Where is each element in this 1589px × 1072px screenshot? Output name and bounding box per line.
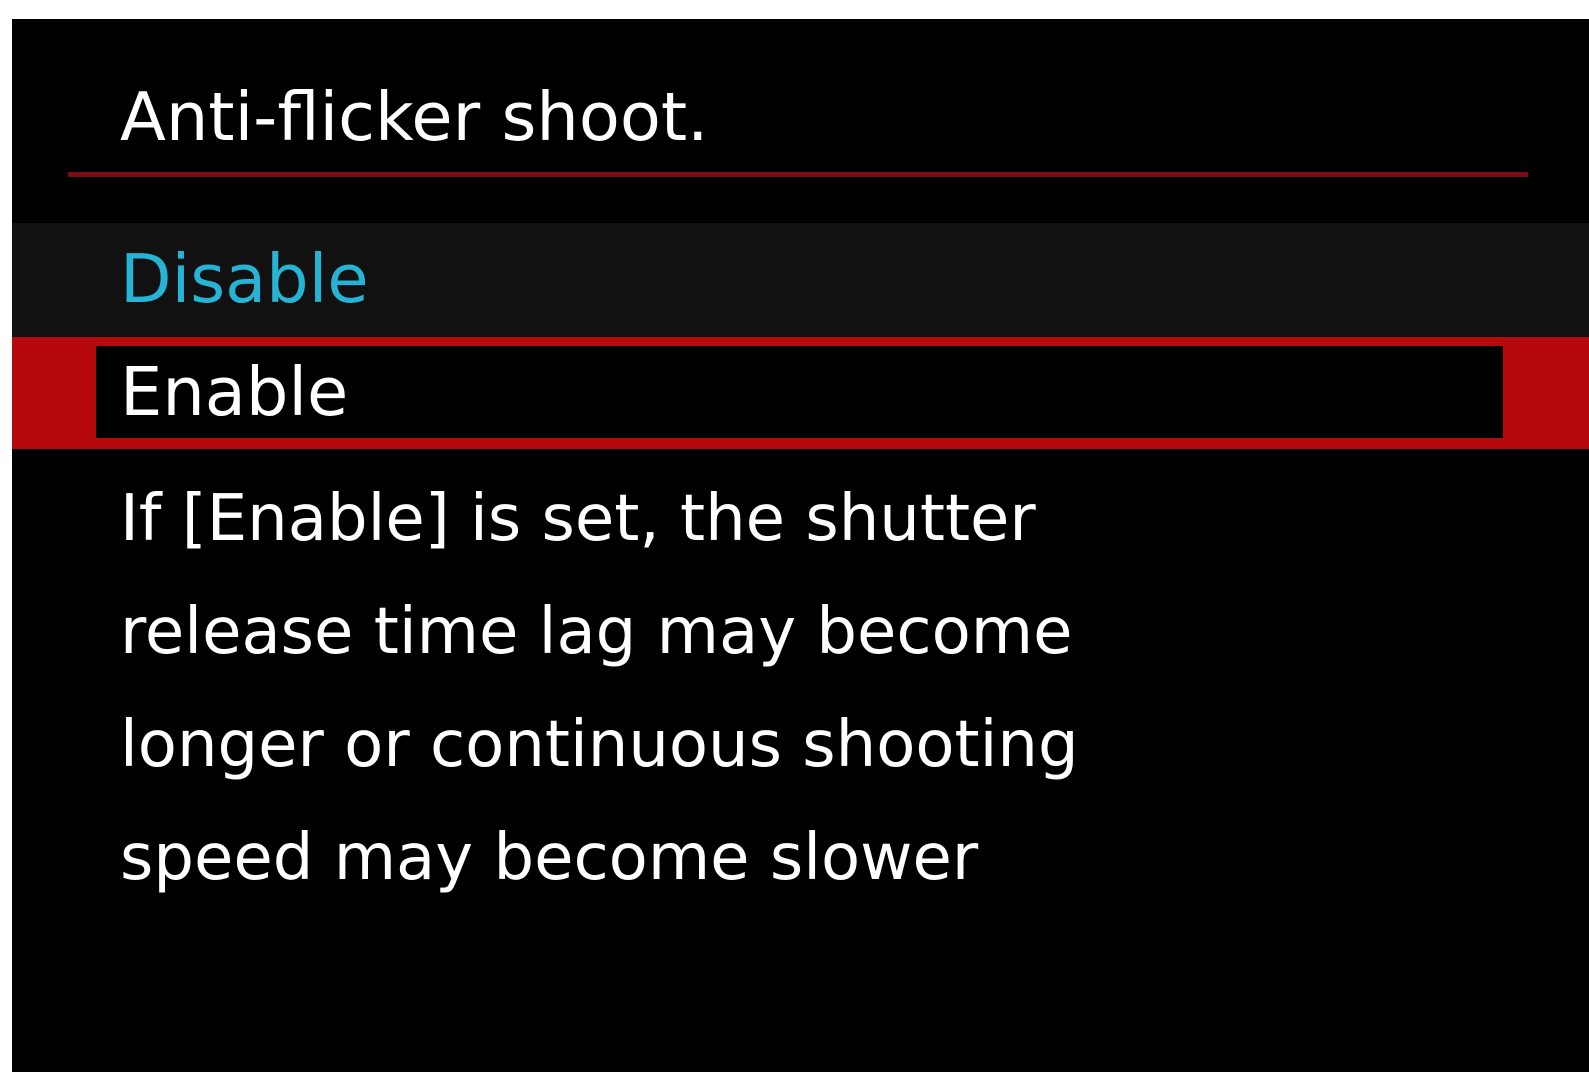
- description-line: release time lag may become: [120, 595, 1073, 669]
- option-enable[interactable]: Enable: [12, 337, 1589, 449]
- title-divider: [68, 172, 1528, 177]
- description-line: longer or continuous shooting: [120, 708, 1079, 782]
- option-disable[interactable]: Disable: [12, 223, 1589, 336]
- description-line: speed may become slower: [120, 821, 979, 895]
- option-enable-cursor-box: Enable: [96, 346, 1503, 438]
- option-enable-label: Enable: [120, 353, 349, 431]
- setting-description: If [Enable] is set, the shutter release …: [120, 463, 1520, 915]
- option-disable-label: Disable: [120, 240, 369, 318]
- description-line: If [Enable] is set, the shutter: [120, 482, 1036, 556]
- menu-title: Anti-flicker shoot.: [120, 78, 709, 156]
- camera-menu-screen: Anti-flicker shoot. Disable Enable If [E…: [12, 19, 1589, 1072]
